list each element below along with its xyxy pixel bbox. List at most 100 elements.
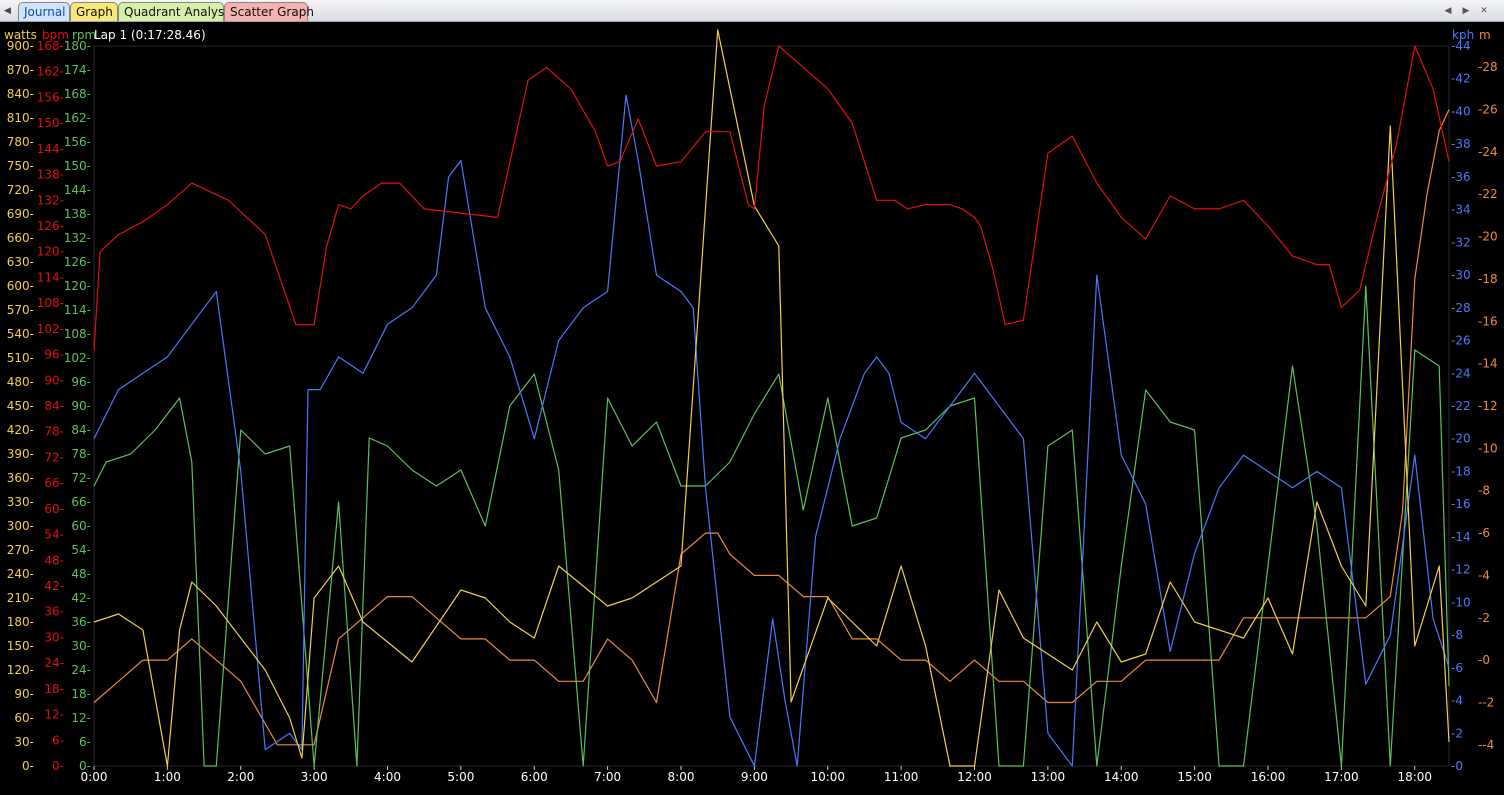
kph-tick-label: -20: [1451, 432, 1471, 446]
rpm-tick-label: 72-: [71, 471, 91, 485]
time-tick-label: 1:00: [154, 770, 181, 784]
time-tick-label: 8:00: [668, 770, 695, 784]
kph-tick-label: -32: [1451, 235, 1471, 249]
watts-tick-label: 0-: [22, 759, 34, 773]
bpm-tick-label: 90-: [44, 373, 64, 387]
watts-tick-label: 630-: [7, 255, 34, 269]
m-tick-label: -24: [1478, 145, 1498, 159]
time-tick-label: 2:00: [227, 770, 254, 784]
watts-tick-label: 480-: [7, 375, 34, 389]
bpm-tick-label: 126-: [37, 219, 64, 233]
time-tick-label: 3:00: [301, 770, 328, 784]
watts-tick-label: 210-: [7, 591, 34, 605]
watts-tick-label: 300-: [7, 519, 34, 533]
close-icon[interactable]: ✕: [1478, 4, 1490, 18]
kph-tick-label: -42: [1451, 72, 1471, 86]
watts-tick-label: 510-: [7, 351, 34, 365]
tab-graph[interactable]: Graph: [70, 2, 118, 21]
watts-tick-label: 720-: [7, 183, 34, 197]
time-tick-label: 5:00: [447, 770, 474, 784]
bpm-tick-label: 54-: [44, 528, 64, 542]
bpm-tick-label: 66-: [44, 476, 64, 490]
watts-tick-label: 450-: [7, 399, 34, 413]
rpm-tick-label: 54-: [71, 543, 91, 557]
time-tick-label: 12:00: [957, 770, 992, 784]
bpm-tick-label: 36-: [44, 605, 64, 619]
kph-tick-label: -30: [1451, 268, 1471, 282]
rpm-tick-label: 42-: [71, 591, 91, 605]
rpm-tick-label: 114-: [64, 303, 91, 317]
tab-journal[interactable]: Journal: [18, 2, 70, 21]
rpm-tick-label: 6-: [79, 735, 91, 749]
kph-tick-label: -38: [1451, 137, 1471, 151]
bpm-tick-label: 114-: [37, 270, 64, 284]
watts-tick-label: 690-: [7, 207, 34, 221]
m-tick-label: -2: [1478, 611, 1490, 625]
lap-label: Lap 1 (0:17:28.46): [94, 28, 206, 42]
m-tick-label: -26: [1478, 103, 1498, 117]
watts-tick-label: 540-: [7, 327, 34, 341]
tab-scroll-right-icon[interactable]: ▶: [1460, 4, 1472, 18]
rpm-tick-label: 84-: [71, 423, 91, 437]
plot-area[interactable]: [93, 45, 1450, 767]
time-tick-label: 16:00: [1251, 770, 1286, 784]
time-tick-label: 18:00: [1397, 770, 1432, 784]
rpm-tick-label: 132-: [64, 231, 91, 245]
rpm-tick-label: 90-: [71, 399, 91, 413]
kph-tick-label: -44: [1451, 39, 1471, 53]
watts-tick-label: 180-: [7, 615, 34, 629]
watts-tick-label: 330-: [7, 495, 34, 509]
rpm-tick-label: 48-: [71, 567, 91, 581]
bpm-tick-label: 108-: [37, 296, 64, 310]
m-tick-label: -14: [1478, 357, 1498, 371]
rpm-tick-label: 78-: [71, 447, 91, 461]
bpm-tick-label: 42-: [44, 579, 64, 593]
watts-tick-label: 30-: [14, 735, 34, 749]
graph-panel[interactable]: watts bpm rpm Lap 1 (0:17:28.46) kph m 0…: [0, 22, 1504, 792]
time-tick-label: 15:00: [1177, 770, 1212, 784]
m-tick-label: -28: [1478, 60, 1498, 74]
m-unit-label: m: [1479, 28, 1491, 42]
bpm-tick-label: 156-: [37, 90, 64, 104]
bpm-tick-label: 0-: [52, 759, 64, 773]
bpm-tick-label: 60-: [44, 502, 64, 516]
tab-scatter-graph[interactable]: Scatter Graph: [224, 2, 314, 21]
bpm-tick-label: 102-: [37, 322, 64, 336]
rpm-tick-label: 30-: [71, 639, 91, 653]
time-tick-label: 17:00: [1324, 770, 1359, 784]
tab-quadrant-analysis[interactable]: Quadrant Analysis: [118, 2, 234, 21]
kph-tick-label: -6: [1451, 661, 1463, 675]
tab-scroll-left-icon-2[interactable]: ◀: [1442, 4, 1454, 18]
multi-series-graph[interactable]: watts bpm rpm Lap 1 (0:17:28.46) kph m 0…: [0, 22, 1504, 792]
bpm-tick-label: 30-: [44, 630, 64, 644]
m-tick-label: -10: [1478, 441, 1498, 455]
rpm-tick-label: 150-: [64, 159, 91, 173]
watts-tick-label: 570-: [7, 303, 34, 317]
time-tick-label: 10:00: [810, 770, 845, 784]
time-tick-label: 13:00: [1031, 770, 1066, 784]
bpm-tick-label: 168-: [37, 39, 64, 53]
tab-scroll-left-icon[interactable]: ◀: [4, 4, 14, 18]
bpm-tick-label: 24-: [44, 656, 64, 670]
rpm-tick-label: 144-: [64, 183, 91, 197]
rpm-tick-label: 24-: [71, 663, 91, 677]
bpm-tick-label: 120-: [37, 245, 64, 259]
watts-tick-label: 900-: [7, 39, 34, 53]
kph-tick-label: -40: [1451, 104, 1471, 118]
bpm-tick-label: 84-: [44, 399, 64, 413]
m-tick-label: --2: [1478, 695, 1494, 709]
time-tick-label: 7:00: [594, 770, 621, 784]
rpm-tick-label: 174-: [64, 63, 91, 77]
m-tick-label: -20: [1478, 230, 1498, 244]
bpm-tick-label: 162-: [37, 65, 64, 79]
kph-tick-label: -16: [1451, 497, 1471, 511]
m-tick-label: --4: [1478, 738, 1494, 752]
watts-tick-label: 660-: [7, 231, 34, 245]
bpm-tick-label: 48-: [44, 553, 64, 567]
watts-tick-label: 360-: [7, 471, 34, 485]
m-tick-label: -8: [1478, 484, 1490, 498]
tab-bar: ◀ Journal Graph Quadrant Analysis Scatte…: [0, 0, 1504, 22]
rpm-tick-label: 102-: [64, 351, 91, 365]
rpm-tick-label: 126-: [64, 255, 91, 269]
m-tick-label: -22: [1478, 187, 1498, 201]
